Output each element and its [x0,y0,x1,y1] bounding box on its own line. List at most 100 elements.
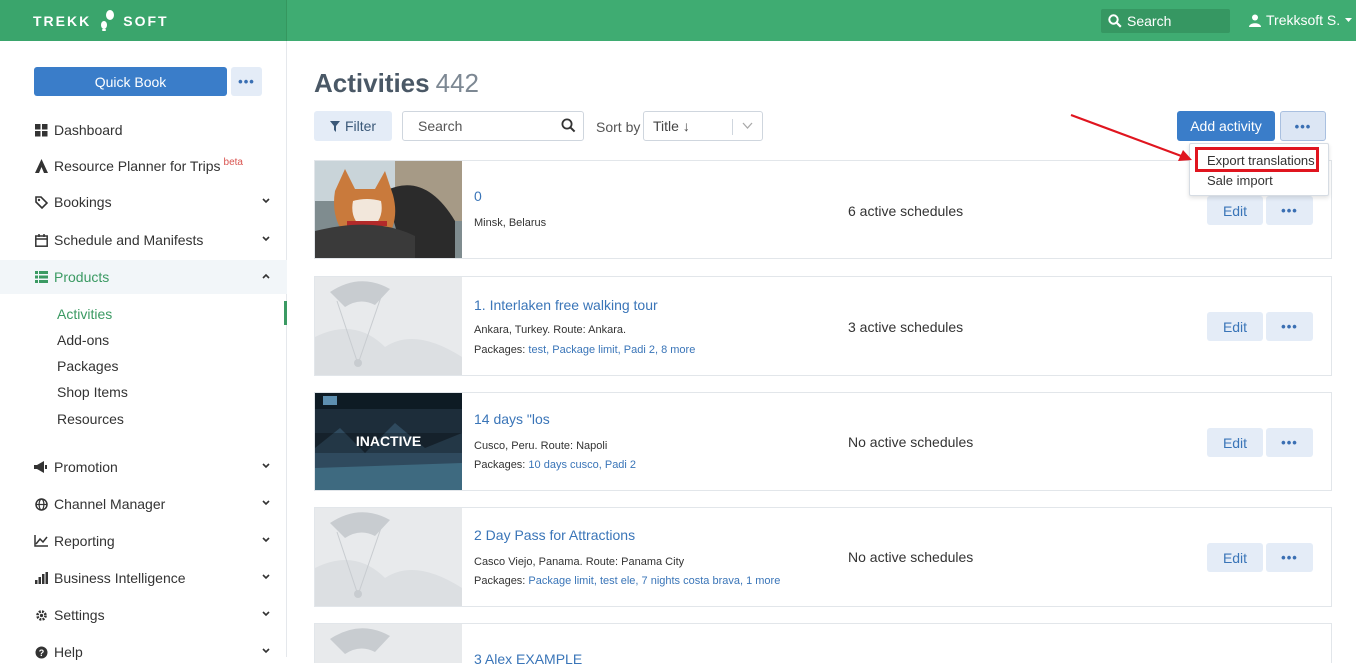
nav-settings[interactable]: Settings [0,598,287,632]
nav-label: Products [54,269,110,285]
packages-label: Packages: [474,344,529,356]
nav-products[interactable]: Products [0,260,287,294]
inactive-badge: INACTIVE [355,433,422,449]
top-search-label: Search [1127,13,1172,29]
nav-label: Reporting [54,533,115,549]
quick-book-more-button[interactable]: ••• [231,67,262,96]
activity-location: Minsk, Belarus [474,217,547,229]
sort-value: Title ↓ [653,118,690,134]
grid-icon [34,123,48,137]
nav-label: Help [54,644,83,660]
activity-thumbnail-placeholder[interactable] [315,277,462,375]
chevron-down-icon [262,463,270,469]
nav-schedule[interactable]: Schedule and Manifests [0,223,287,257]
subnav-packages[interactable]: Packages [57,358,118,374]
logo-text-right: SOFT [123,13,169,29]
row-more-button[interactable]: ••• [1266,543,1313,572]
activity-thumbnail-placeholder[interactable] [315,624,462,663]
activity-title[interactable]: 2 Day Pass for Attractions [474,527,635,543]
nav-label: Dashboard [54,122,123,138]
nav-bookings[interactable]: Bookings [0,185,287,219]
nav-label: Promotion [54,459,118,475]
subnav-activities[interactable]: Activities [57,306,112,322]
packages-links[interactable]: 10 days cusco, Padi 2 [528,459,636,471]
planner-icon [34,159,48,173]
nav-label: Business Intelligence [54,570,186,586]
logo[interactable]: TREKK SOFT [33,10,169,32]
filter-icon [329,120,340,132]
subnav-addons[interactable]: Add-ons [57,332,109,348]
activity-schedules: No active schedules [848,434,974,450]
activity-thumbnail[interactable] [315,161,462,258]
search-icon[interactable] [561,118,576,133]
globe-icon [34,497,48,511]
nav-dashboard[interactable]: Dashboard [0,113,287,147]
edit-button[interactable]: Edit [1207,428,1263,457]
nav-label: Bookings [54,194,112,210]
chevron-down-icon [262,574,270,580]
sort-select[interactable]: Title ↓ [643,111,763,141]
activity-thumbnail[interactable]: INACTIVE [315,393,462,490]
annotation-arrow [1070,113,1192,161]
nav-reporting[interactable]: Reporting [0,524,287,558]
nav-label: Channel Manager [54,496,166,512]
user-menu[interactable]: Trekksoft S. [1249,12,1353,28]
chevron-up-icon [262,273,270,279]
row-more-button[interactable]: ••• [1266,196,1313,225]
brand-area: TREKK SOFT [0,0,287,41]
subnav-shop-items[interactable]: Shop Items [57,384,128,400]
caret-down-icon [1345,17,1353,22]
chevron-down-icon [262,198,270,204]
edit-button[interactable]: Edit [1207,196,1263,225]
nav-business-intelligence[interactable]: Business Intelligence [0,561,287,595]
active-indicator [284,301,287,325]
nav-promotion[interactable]: Promotion [0,450,287,484]
nav-channel-manager[interactable]: Channel Manager [0,487,287,521]
chart-line-icon [34,534,48,548]
filter-label: Filter [344,118,377,134]
svg-text:?: ? [38,648,44,658]
activity-schedules: No active schedules [848,549,974,565]
logo-text-left: TREKK [33,13,92,29]
nav-resource-planner[interactable]: Resource Planner for Trips beta [0,149,287,183]
nav-help[interactable]: ? Help [0,635,287,669]
sidebar: Quick Book ••• Dashboard Resource Planne… [0,41,287,660]
shoe-print-icon [101,10,115,31]
top-search[interactable]: Search [1101,9,1230,33]
nav-label: Settings [54,607,105,623]
packages-links[interactable]: test, Package limit, Padi 2, 8 more [528,344,695,356]
activity-packages: Packages: test, Package limit, Padi 2, 8… [474,344,695,356]
activity-schedules: 6 active schedules [848,203,964,219]
search-icon [1108,14,1122,28]
edit-button[interactable]: Edit [1207,312,1263,341]
activity-location: Cusco, Peru. Route: Napoli [474,440,608,452]
activity-thumbnail-placeholder[interactable] [315,508,462,606]
nav-label: Resource Planner for Trips [54,158,221,174]
page-title-text: Activities [314,68,430,98]
bar-chart-icon [34,571,48,585]
menu-sale-import[interactable]: Sale import [1207,173,1273,188]
activity-title[interactable]: 0 [474,188,482,204]
activity-card: 0 Minsk, Belarus 6 active schedules Edit… [314,160,1332,259]
activity-title[interactable]: 14 days "los [474,411,550,427]
nav-label: Schedule and Manifests [54,232,204,248]
filter-button[interactable]: Filter [314,111,392,141]
search-placeholder: Search [418,118,463,134]
list-icon [34,270,48,284]
more-actions-button[interactable]: ••• [1280,111,1326,141]
highlight-box [1195,147,1319,172]
row-more-button[interactable]: ••• [1266,428,1313,457]
edit-button[interactable]: Edit [1207,543,1263,572]
search-input[interactable]: Search [402,111,584,141]
quick-book-button[interactable]: Quick Book [34,67,227,96]
activity-title[interactable]: 1. Interlaken free walking tour [474,297,658,313]
subnav-resources[interactable]: Resources [57,411,124,427]
activity-title[interactable]: 3 Alex EXAMPLE [474,651,582,667]
activity-packages: Packages: 10 days cusco, Padi 2 [474,459,636,471]
chevron-down-icon [262,648,270,654]
chevron-down-icon [262,500,270,506]
beta-badge: beta [223,156,243,168]
activity-card: 2 Day Pass for Attractions Casco Viejo, … [314,507,1332,607]
row-more-button[interactable]: ••• [1266,312,1313,341]
packages-links[interactable]: Package limit, test ele, 7 nights costa … [528,575,780,587]
